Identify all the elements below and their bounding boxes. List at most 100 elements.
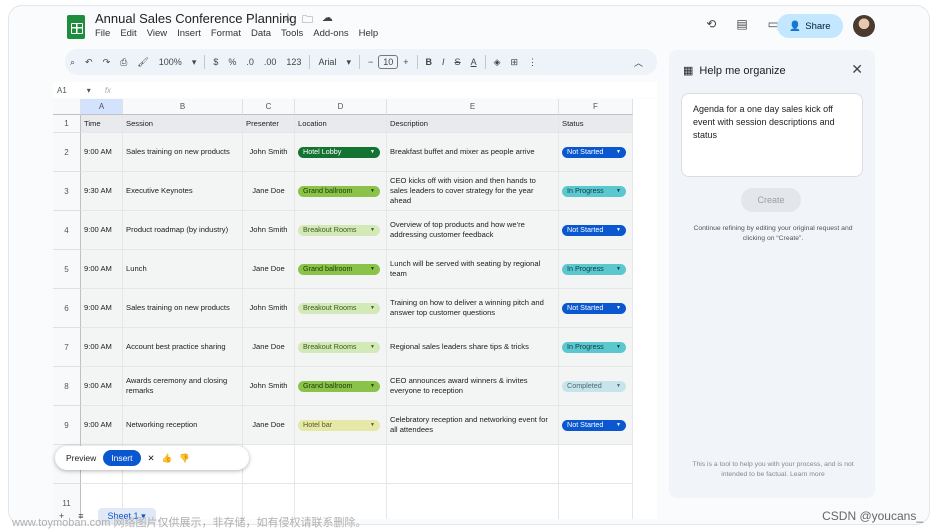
table-cell[interactable]: Lunch [123,250,243,289]
table-cell[interactable]: CEO announces award winners & invites ev… [387,367,559,406]
table-cell[interactable]: 9:00 AM [81,211,123,250]
table-cell[interactable]: 9:00 AM [81,406,123,445]
table-cell[interactable]: Breakout Rooms ▼ [295,328,387,367]
table-cell[interactable]: Grand ballroom ▼ [295,172,387,211]
row-header[interactable]: 4 [53,211,81,250]
minus-icon[interactable]: − [363,57,378,67]
insert-button[interactable]: Insert [103,450,141,466]
column-header-a[interactable]: A [81,99,123,115]
table-cell[interactable]: Hotel Lobby ▼ [295,133,387,172]
chevron-down-icon[interactable]: ▼ [616,383,621,390]
row-header[interactable]: 9 [53,406,81,445]
chevron-down-icon[interactable]: ▼ [370,227,375,234]
search-icon[interactable]: ⌕ [65,57,80,68]
chevron-down-icon[interactable]: ▼ [616,422,621,429]
chevron-down-icon[interactable]: ▼ [616,227,621,234]
table-cell[interactable]: Not Started ▼ [559,406,633,445]
menu-item-help[interactable]: Help [359,28,379,39]
chevron-down-icon[interactable]: ▼ [370,305,375,312]
status-chip[interactable]: Not Started ▼ [562,224,626,236]
table-cell[interactable]: John Smith [243,367,295,406]
italic-icon[interactable]: I [437,57,450,67]
row-header[interactable]: 5 [53,250,81,289]
row-header[interactable]: 8 [53,367,81,406]
redo-icon[interactable]: ↷ [98,57,116,68]
status-chip[interactable]: In Progress ▼ [562,341,626,353]
column-header-f[interactable]: F [559,99,633,115]
table-cell[interactable]: Regional sales leaders share tips & tric… [387,328,559,367]
table-cell[interactable]: John Smith [243,133,295,172]
chevron-down-icon[interactable]: ▼ [370,344,375,351]
preview-button[interactable]: Preview [66,453,96,463]
table-cell[interactable]: Grand ballroom ▼ [295,367,387,406]
table-cell[interactable] [559,445,633,484]
table-cell[interactable]: Training on how to deliver a winning pit… [387,289,559,328]
status-chip[interactable]: In Progress ▼ [562,185,626,197]
plus-icon[interactable]: + [398,57,413,67]
header-cell[interactable]: Description [387,115,559,133]
bold-icon[interactable]: B [421,57,438,67]
corner-cell[interactable] [53,99,81,115]
table-cell[interactable]: Not Started ▼ [559,133,633,172]
menu-item-format[interactable]: Format [211,28,241,39]
column-header-c[interactable]: C [243,99,295,115]
undo-icon[interactable]: ↶ [80,57,98,68]
more-icon[interactable]: ⋮ [523,57,542,68]
increase-decimal-button[interactable]: .00 [259,57,282,67]
table-cell[interactable]: In Progress ▼ [559,172,633,211]
header-cell[interactable]: Location [295,115,387,133]
table-cell[interactable]: Grand ballroom ▼ [295,250,387,289]
header-cell[interactable]: Time [81,115,123,133]
table-cell[interactable]: Account best practice sharing [123,328,243,367]
header-cell[interactable]: Presenter [243,115,295,133]
table-cell[interactable]: Not Started ▼ [559,289,633,328]
chevron-down-icon[interactable]: ▼ [616,305,621,312]
table-cell[interactable]: In Progress ▼ [559,250,633,289]
status-chip[interactable]: Not Started ▼ [562,302,626,314]
fill-color-icon[interactable]: ◈ [489,57,506,68]
chevron-down-icon[interactable]: ▼ [370,422,375,429]
chevron-down-icon[interactable]: ▼ [370,149,375,156]
row-header[interactable]: 1 [53,115,81,133]
table-cell[interactable]: CEO kicks off with vision and then hands… [387,172,559,211]
location-chip[interactable]: Grand ballroom ▼ [298,185,380,197]
chevron-down-icon[interactable]: ▼ [616,188,621,195]
table-cell[interactable] [387,445,559,484]
font-size-input[interactable]: 10 [378,55,399,69]
row-header[interactable]: 6 [53,289,81,328]
table-cell[interactable]: Jane Doe [243,172,295,211]
table-cell[interactable]: Sales training on new products [123,133,243,172]
history-icon[interactable]: ⟲ [706,17,716,31]
menu-item-tools[interactable]: Tools [281,28,303,39]
chevron-down-icon[interactable]: ▾ [341,57,356,68]
strikethrough-icon[interactable]: S [450,57,466,67]
table-cell[interactable]: Completed ▼ [559,367,633,406]
doc-title[interactable]: Annual Sales Conference Planning [95,11,297,26]
location-chip[interactable]: Grand ballroom ▼ [298,263,380,275]
chevron-down-icon[interactable]: ▼ [370,188,375,195]
percent-button[interactable]: % [223,57,241,67]
chevron-down-icon[interactable]: ▾ [187,57,202,68]
menu-item-add-ons[interactable]: Add-ons [313,28,348,39]
table-cell[interactable]: 9:00 AM [81,250,123,289]
table-cell[interactable]: Executive Keynotes [123,172,243,211]
table-cell[interactable]: In Progress ▼ [559,328,633,367]
chevron-down-icon[interactable]: ▼ [616,344,621,351]
table-cell[interactable]: Breakout Rooms ▼ [295,289,387,328]
table-cell[interactable]: Lunch will be served with seating by reg… [387,250,559,289]
menu-item-insert[interactable]: Insert [177,28,201,39]
table-cell[interactable]: Not Started ▼ [559,211,633,250]
table-cell[interactable]: Product roadmap (by industry) [123,211,243,250]
menu-item-edit[interactable]: Edit [120,28,136,39]
menu-item-data[interactable]: Data [251,28,271,39]
table-cell[interactable]: 9:00 AM [81,133,123,172]
chevron-down-icon[interactable]: ▼ [616,149,621,156]
chevron-down-icon[interactable]: ▼ [616,266,621,273]
paint-format-icon[interactable]: 🖌 [132,57,153,68]
create-button[interactable]: Create [741,188,801,212]
table-cell[interactable]: Overview of top products and how we're a… [387,211,559,250]
chevron-down-icon[interactable]: ▼ [370,266,375,273]
decrease-decimal-button[interactable]: .0 [241,57,259,67]
prompt-input[interactable]: Agenda for a one day sales kick off even… [681,93,863,177]
table-cell[interactable]: Awards ceremony and closing remarks [123,367,243,406]
